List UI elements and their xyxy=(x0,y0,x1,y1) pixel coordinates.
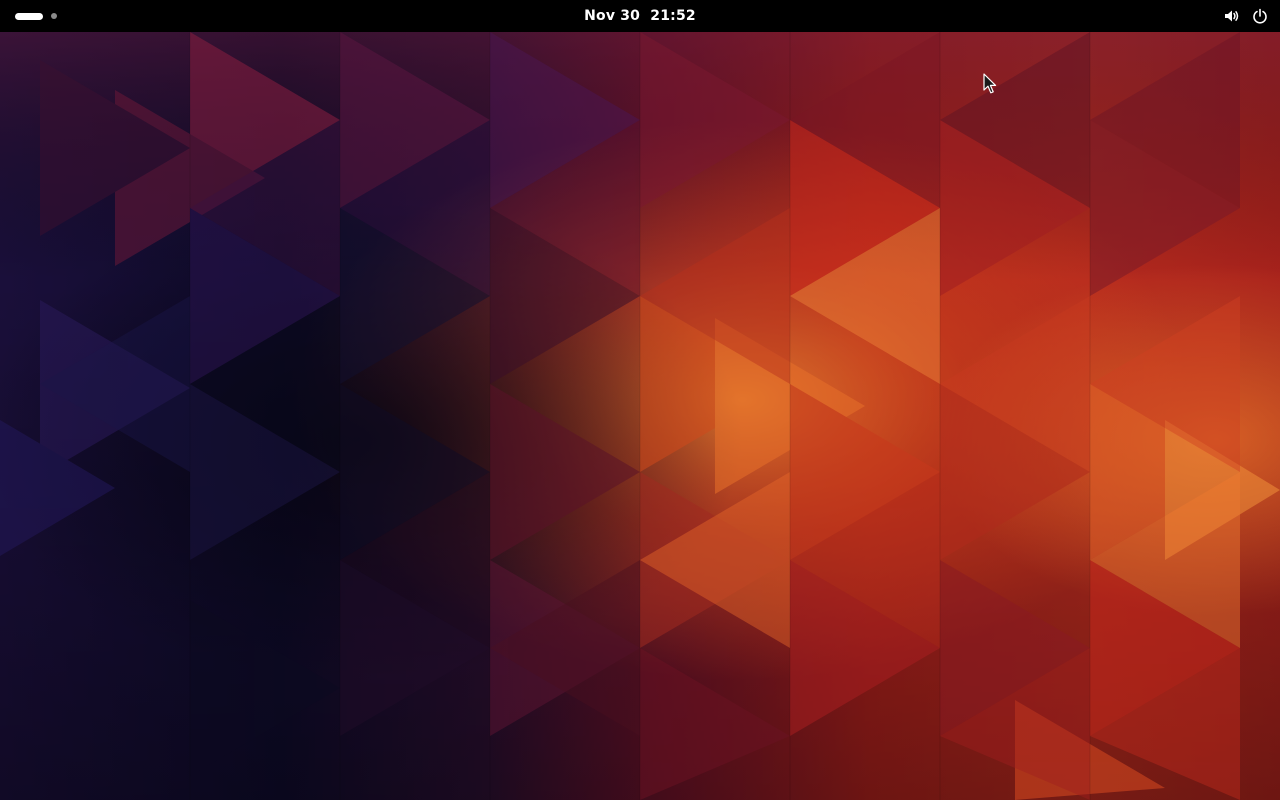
workspace-indicator-inactive xyxy=(51,13,57,19)
time-label: 21:52 xyxy=(650,8,696,24)
desktop[interactable]: Nov 30 21:52 xyxy=(0,0,1280,800)
top-bar: Nov 30 21:52 xyxy=(0,0,1280,32)
activities-button[interactable] xyxy=(8,6,64,26)
date-label: Nov 30 xyxy=(584,8,641,24)
volume-icon xyxy=(1222,6,1242,26)
date-time-menu[interactable]: Nov 30 21:52 xyxy=(576,8,704,24)
desktop-wallpaper xyxy=(0,0,1280,800)
system-menu-button[interactable] xyxy=(1222,0,1270,32)
workspace-indicator-active xyxy=(15,12,43,20)
clock-area: Nov 30 21:52 xyxy=(0,0,1280,32)
power-icon xyxy=(1250,6,1270,26)
